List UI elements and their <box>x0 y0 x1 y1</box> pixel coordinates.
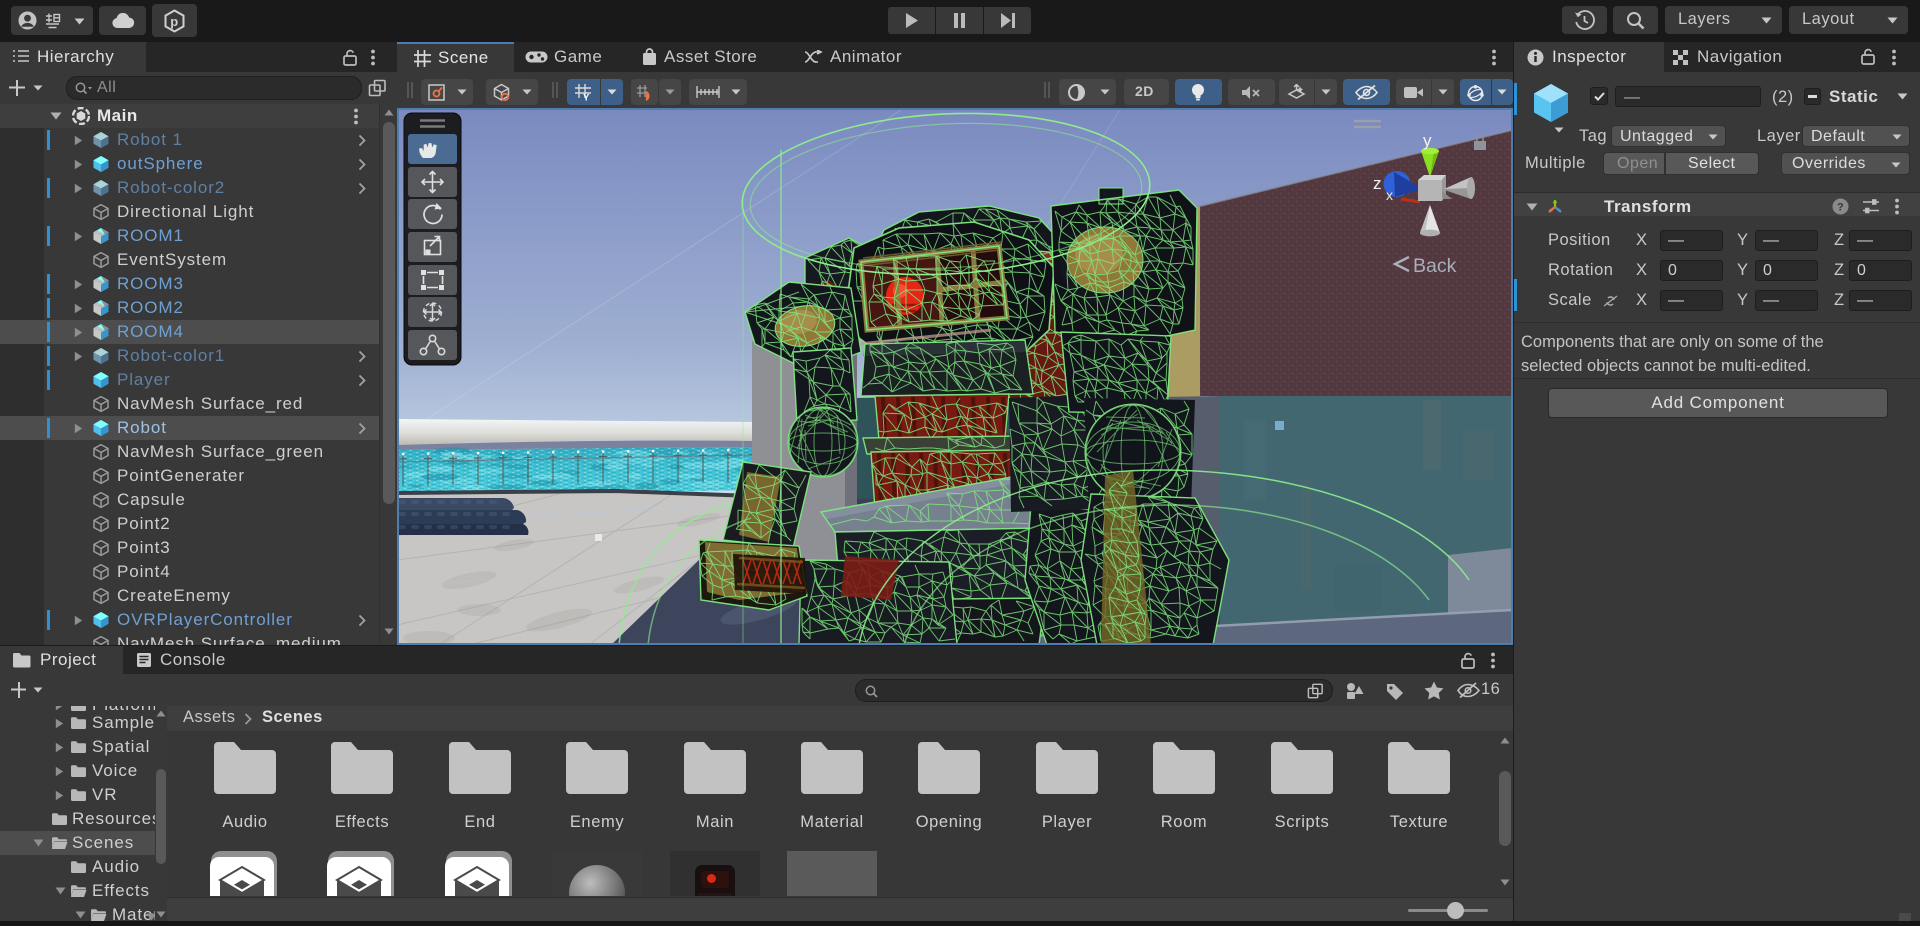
svg-text:x: x <box>1386 187 1393 203</box>
svg-text:Back: Back <box>1413 255 1457 277</box>
svg-text:y: y <box>1423 131 1432 150</box>
svg-text:p: p <box>170 14 178 29</box>
svg-text:z: z <box>1373 174 1382 193</box>
svg-text:?: ? <box>1837 202 1844 214</box>
svg-text:Y: Y <box>583 93 590 102</box>
